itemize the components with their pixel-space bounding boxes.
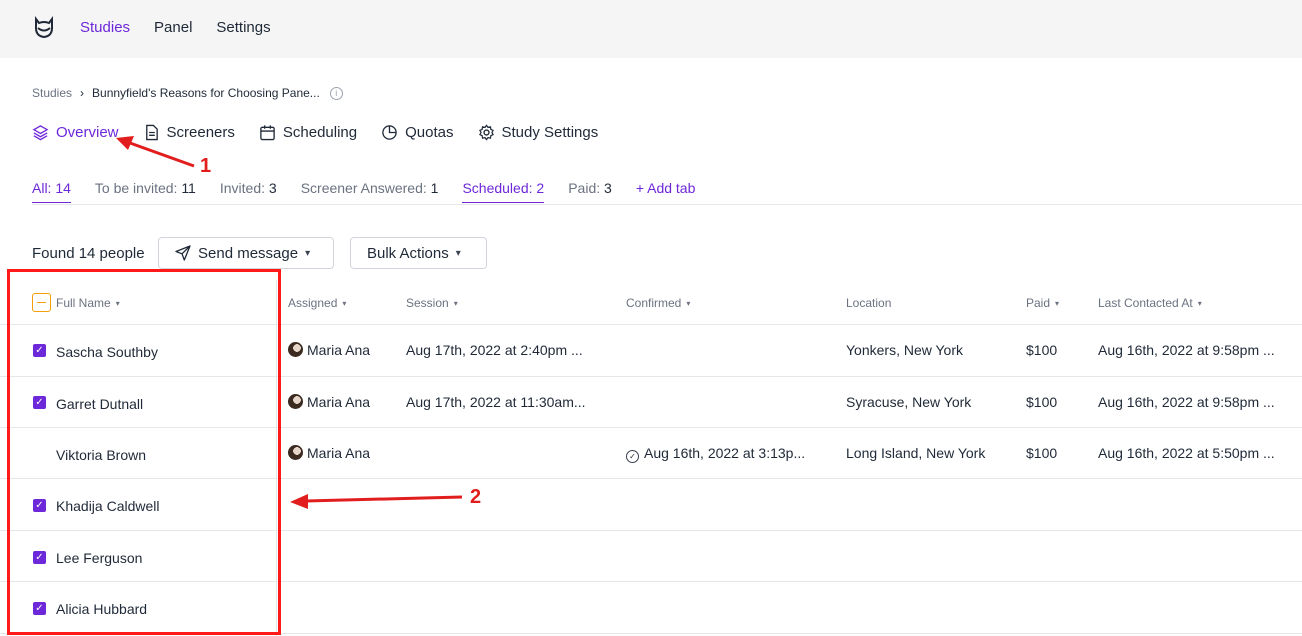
filter-paid-label: Paid: bbox=[568, 180, 601, 196]
top-nav: Studies Panel Settings bbox=[80, 19, 271, 36]
row-paid: $100 bbox=[1026, 342, 1058, 358]
annotation-highlight-box bbox=[7, 269, 281, 635]
filter-scheduled[interactable]: Scheduled: 2 bbox=[462, 180, 545, 203]
row-assigned: Maria Ana bbox=[288, 342, 370, 358]
filter-all[interactable]: All: 14 bbox=[32, 180, 71, 203]
annotation-label-2: 2 bbox=[470, 486, 482, 508]
row-assigned-label: Maria Ana bbox=[307, 445, 371, 461]
col-confirmed[interactable]: Confirmed ▾ bbox=[626, 296, 690, 310]
filter-scheduled-count: 2 bbox=[536, 180, 545, 196]
tab-quotas-label: Quotas bbox=[405, 124, 454, 141]
tab-screeners-label: Screeners bbox=[166, 124, 235, 141]
col-last-contacted[interactable]: Last Contacted At ▾ bbox=[1098, 296, 1202, 310]
filter-invited-count: 3 bbox=[268, 180, 277, 196]
chevron-down-icon: ▾ bbox=[1055, 298, 1060, 308]
chevron-down-icon: ▾ bbox=[1197, 298, 1202, 308]
row-paid: $100 bbox=[1026, 394, 1058, 410]
section-tabs: Overview Screeners Scheduling Quotas Stu… bbox=[32, 124, 598, 141]
send-message-label: Send message bbox=[198, 244, 299, 262]
layers-icon bbox=[32, 125, 49, 141]
send-icon bbox=[175, 245, 191, 261]
row-location: Long Island, New York bbox=[846, 445, 986, 461]
top-bar: Studies Panel Settings bbox=[0, 0, 1302, 58]
nav-studies[interactable]: Studies bbox=[80, 19, 130, 36]
row-confirmed-label: Aug 16th, 2022 at 3:13p... bbox=[644, 445, 806, 461]
filter-all-label: All: bbox=[32, 180, 52, 196]
filter-screener-answered-count: 1 bbox=[430, 180, 439, 196]
chevron-right-icon: › bbox=[80, 86, 85, 100]
add-tab-button[interactable]: + Add tab bbox=[636, 180, 696, 203]
col-confirmed-label: Confirmed bbox=[626, 296, 682, 310]
col-location-label: Location bbox=[846, 296, 892, 310]
chevron-down-icon: ▾ bbox=[342, 298, 347, 308]
row-location: Syracuse, New York bbox=[846, 394, 972, 410]
pie-chart-icon bbox=[382, 125, 397, 140]
bulk-actions-label: Bulk Actions bbox=[367, 244, 449, 262]
col-paid[interactable]: Paid ▾ bbox=[1026, 296, 1059, 310]
filter-tabs: All: 14 To be invited: 11 Invited: 3 Scr… bbox=[32, 180, 695, 203]
filter-paid[interactable]: Paid: 3 bbox=[568, 180, 612, 203]
filter-paid-count: 3 bbox=[604, 180, 612, 196]
tab-overview-label: Overview bbox=[56, 124, 119, 141]
nav-settings[interactable]: Settings bbox=[216, 19, 270, 36]
row-session: Aug 17th, 2022 at 11:30am... bbox=[406, 394, 586, 410]
row-session: Aug 17th, 2022 at 2:40pm ... bbox=[406, 342, 583, 358]
row-last-contacted: Aug 16th, 2022 at 9:58pm ... bbox=[1098, 394, 1275, 410]
chevron-down-icon: ▾ bbox=[305, 247, 311, 259]
filter-to-be-invited[interactable]: To be invited: 11 bbox=[95, 180, 196, 203]
info-icon[interactable]: i bbox=[329, 86, 343, 100]
tab-study-settings[interactable]: Study Settings bbox=[478, 124, 599, 141]
tab-study-settings-label: Study Settings bbox=[501, 124, 599, 141]
col-session[interactable]: Session ▾ bbox=[406, 296, 458, 310]
chevron-down-icon: ▾ bbox=[686, 298, 691, 308]
filter-invited-label: Invited: bbox=[219, 180, 265, 196]
tab-screeners[interactable]: Screeners bbox=[143, 124, 235, 141]
filter-scheduled-label: Scheduled: bbox=[462, 180, 533, 196]
avatar bbox=[288, 342, 303, 357]
row-assigned: Maria Ana bbox=[288, 394, 370, 410]
filter-to-be-invited-label: To be invited: bbox=[94, 180, 178, 196]
tab-scheduling-label: Scheduling bbox=[282, 124, 358, 141]
filter-divider bbox=[32, 204, 1302, 205]
avatar bbox=[288, 445, 303, 460]
row-assigned-label: Maria Ana bbox=[307, 394, 371, 410]
calendar-icon bbox=[260, 125, 275, 141]
chevron-down-icon: ▾ bbox=[453, 298, 458, 308]
found-count: Found 14 people bbox=[32, 245, 145, 262]
row-location: Yonkers, New York bbox=[846, 342, 963, 358]
breadcrumb-current-study: Bunnyfield's Reasons for Choosing Pane..… bbox=[92, 86, 320, 100]
filter-screener-answered[interactable]: Screener Answered: 1 bbox=[301, 180, 439, 203]
chevron-down-icon: ▾ bbox=[455, 247, 461, 259]
row-confirmed: ✓ Aug 16th, 2022 at 3:13p... bbox=[626, 445, 805, 463]
col-session-label: Session bbox=[406, 296, 449, 310]
annotation-label-1: 1 bbox=[200, 155, 212, 177]
tab-overview[interactable]: Overview bbox=[32, 124, 119, 141]
breadcrumb: Studies › Bunnyfield's Reasons for Choos… bbox=[32, 86, 343, 100]
check-circle-icon: ✓ bbox=[626, 450, 639, 463]
bulk-actions-button[interactable]: Bulk Actions ▾ bbox=[350, 237, 487, 269]
tab-quotas[interactable]: Quotas bbox=[381, 124, 454, 141]
filter-all-count: 14 bbox=[55, 180, 71, 196]
col-location[interactable]: Location bbox=[846, 296, 891, 310]
row-assigned-label: Maria Ana bbox=[307, 342, 371, 358]
breadcrumb-studies[interactable]: Studies bbox=[32, 86, 72, 100]
row-last-contacted: Aug 16th, 2022 at 5:50pm ... bbox=[1098, 445, 1275, 461]
col-assigned-label: Assigned bbox=[288, 296, 338, 310]
row-last-contacted: Aug 16th, 2022 at 9:58pm ... bbox=[1098, 342, 1275, 358]
nav-panel[interactable]: Panel bbox=[154, 19, 192, 36]
owl-logo-icon[interactable] bbox=[30, 14, 58, 42]
tab-scheduling[interactable]: Scheduling bbox=[259, 124, 357, 141]
filter-to-be-invited-count: 11 bbox=[181, 180, 196, 196]
col-paid-label: Paid bbox=[1026, 296, 1051, 310]
send-message-button[interactable]: Send message ▾ bbox=[158, 237, 334, 269]
col-assigned[interactable]: Assigned ▾ bbox=[288, 296, 346, 310]
document-icon bbox=[145, 124, 158, 141]
filter-screener-answered-label: Screener Answered: bbox=[300, 180, 427, 196]
col-last-contacted-label: Last Contacted At bbox=[1098, 296, 1193, 310]
row-paid: $100 bbox=[1026, 445, 1058, 461]
avatar bbox=[288, 394, 303, 409]
row-assigned: Maria Ana bbox=[288, 445, 370, 461]
gear-icon bbox=[478, 124, 494, 141]
filter-invited[interactable]: Invited: 3 bbox=[220, 180, 277, 203]
